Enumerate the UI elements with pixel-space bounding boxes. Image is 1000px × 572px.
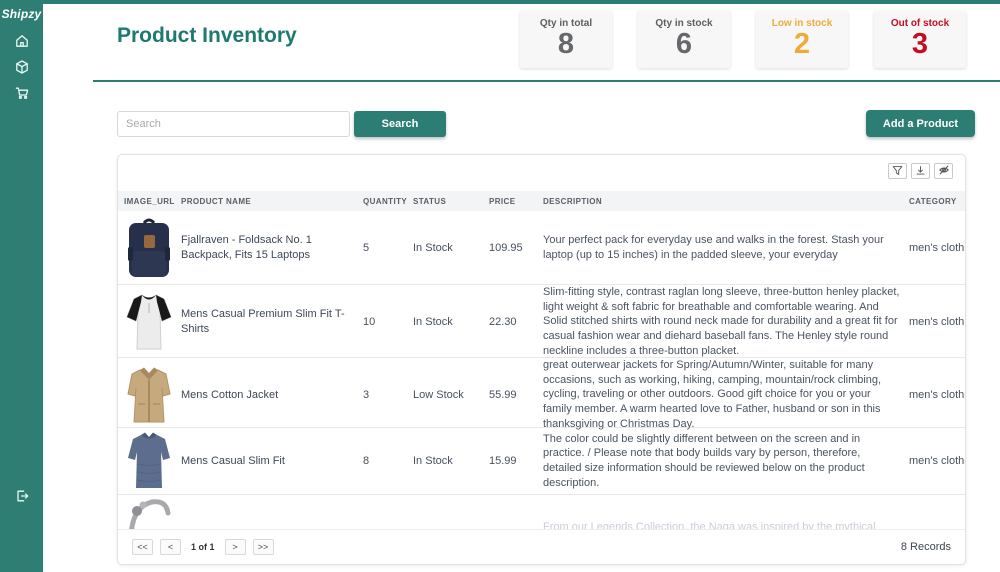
hide-columns-icon <box>938 164 950 179</box>
table-header-row: IMAGE_URL PRODUCT NAME QUANTITY STATUS P… <box>118 191 965 211</box>
app-window: Shipzy Product Inventory Qty in total 8 … <box>0 0 1000 572</box>
search-input[interactable] <box>117 111 350 137</box>
product-status: Low Stock <box>413 388 464 401</box>
col-header-price: PRICE <box>489 196 516 206</box>
product-description: great outerwear jackets for Spring/Autum… <box>543 359 882 430</box>
product-quantity: 8 <box>363 455 370 467</box>
product-category: men's clothing <box>909 388 966 401</box>
sidebar-item-products[interactable] <box>12 60 31 79</box>
table-body: Fjallraven - Foldsack No. 1 Backpack, Fi… <box>118 211 966 564</box>
col-header-description: DESCRIPTION <box>543 196 603 206</box>
stat-value: 6 <box>675 28 693 60</box>
hide-columns-button[interactable] <box>934 163 953 179</box>
pagination-page-label: 1 of 1 <box>191 542 215 552</box>
product-category: men's clothing <box>909 241 966 254</box>
product-image-slim-fit-shirt <box>124 430 174 492</box>
search-button[interactable]: Search <box>354 111 446 137</box>
product-image-cotton-jacket <box>124 364 174 426</box>
stat-card-qty-total: Qty in total 8 <box>520 11 612 68</box>
stat-value: 8 <box>557 28 575 60</box>
product-name: Mens Casual Premium Slim Fit T-Shirts <box>181 308 345 335</box>
col-header-category: CATEGORY <box>909 196 957 206</box>
table-row: Fjallraven - Foldsack No. 1 Backpack, Fi… <box>118 211 965 285</box>
download-button[interactable] <box>911 163 930 179</box>
sidebar-item-home[interactable] <box>12 34 31 53</box>
product-price: 15.99 <box>489 455 517 467</box>
records-count: 8 Records <box>900 541 951 553</box>
add-product-button[interactable]: Add a Product <box>866 110 975 137</box>
table-row: Mens Casual Premium Slim Fit T-Shirts 10… <box>118 285 965 358</box>
col-header-product-name: PRODUCT NAME <box>181 196 252 206</box>
product-image-raglan-tshirt <box>124 291 174 353</box>
download-icon <box>915 164 926 179</box>
filter-button[interactable] <box>888 163 907 179</box>
sidebar-item-logout[interactable] <box>12 489 31 508</box>
cart-icon <box>14 85 30 106</box>
table-row: Mens Casual Slim Fit 8 In Stock 15.99 Th… <box>118 428 965 495</box>
sidebar-item-orders[interactable] <box>12 86 31 105</box>
table-toolbar <box>888 163 953 179</box>
col-header-quantity: QUANTITY <box>363 196 408 206</box>
pagination-prev-button[interactable]: < <box>160 539 181 555</box>
inventory-table-card: IMAGE_URL PRODUCT NAME QUANTITY STATUS P… <box>117 154 966 565</box>
product-image-navy-backpack <box>124 217 174 279</box>
product-status: In Stock <box>413 315 453 328</box>
product-status: In Stock <box>413 455 453 467</box>
stat-cards: Qty in total 8 Qty in stock 6 Low in sto… <box>520 11 966 68</box>
filter-icon <box>892 164 903 179</box>
col-header-status: STATUS <box>413 196 447 206</box>
pagination-last-button[interactable]: >> <box>252 539 274 555</box>
product-description: Slim-fitting style, contrast raglan long… <box>543 286 900 357</box>
pagination-bar: << < 1 of 1 > >> 8 Records <box>118 529 965 564</box>
pagination-next-button[interactable]: > <box>224 539 246 555</box>
stat-value: 3 <box>911 28 929 60</box>
product-name: Mens Casual Slim Fit <box>181 454 285 467</box>
product-price: 109.95 <box>489 241 523 254</box>
product-name: Mens Cotton Jacket <box>181 388 279 401</box>
header-divider <box>93 80 1000 82</box>
home-icon <box>14 33 30 54</box>
product-status: In Stock <box>413 241 453 254</box>
product-description: Your perfect pack for everyday use and w… <box>543 233 884 261</box>
product-quantity: 5 <box>363 241 370 254</box>
product-price: 55.99 <box>489 388 517 401</box>
package-icon <box>14 59 30 80</box>
product-name: Fjallraven - Foldsack No. 1 Backpack, Fi… <box>181 234 312 261</box>
product-quantity: 10 <box>363 315 376 328</box>
stat-card-qty-in-stock: Qty in stock 6 <box>638 11 730 68</box>
stat-card-out-of-stock: Out of stock 3 <box>874 11 966 68</box>
product-category: men's clothing <box>909 315 966 328</box>
top-accent-bar <box>0 0 1000 4</box>
product-price: 22.30 <box>489 315 517 328</box>
sidebar: Shipzy <box>0 0 43 572</box>
product-category: men's clothing <box>909 455 966 467</box>
product-description: The color could be slightly different be… <box>543 432 865 489</box>
stat-value: 2 <box>793 28 811 60</box>
app-logo: Shipzy <box>1 7 42 21</box>
logout-icon <box>14 488 30 509</box>
col-header-image-url: IMAGE_URL <box>124 196 175 206</box>
stat-card-low-in-stock: Low in stock 2 <box>756 11 848 68</box>
page-title: Product Inventory <box>117 24 297 47</box>
table-row: Mens Cotton Jacket 3 Low Stock 55.99 gre… <box>118 358 966 430</box>
pagination-first-button[interactable]: << <box>132 539 153 555</box>
product-quantity: 3 <box>363 388 370 401</box>
